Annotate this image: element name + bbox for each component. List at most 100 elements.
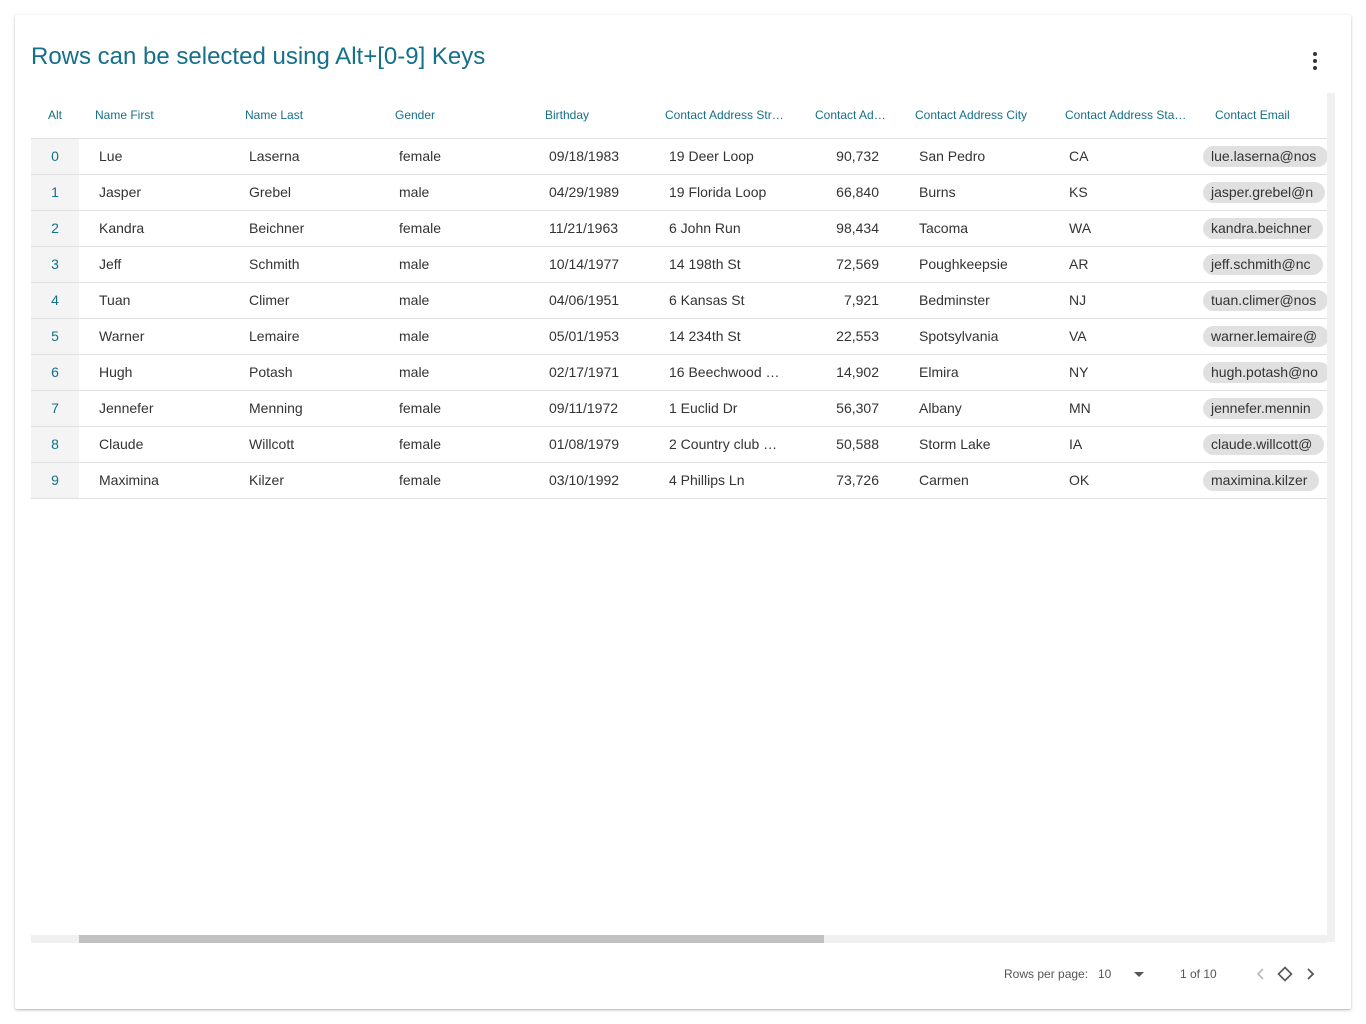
vertical-scrollbar[interactable] [1327, 93, 1335, 942]
cell-contact-address-street: 6 Kansas St [649, 282, 799, 319]
column-header-gender[interactable]: Gender [379, 93, 529, 139]
cell-contact-address-state: CA [1049, 138, 1199, 175]
table-row[interactable]: 5 Warner Lemaire male 05/01/1953 14 234th St 2… [31, 318, 1327, 355]
alt-cell[interactable]: 1 [31, 174, 79, 211]
cell-gender: female [379, 138, 529, 175]
previous-page-button[interactable] [1250, 963, 1272, 985]
cell-name-last: Beichner [229, 210, 379, 247]
cell-gender: male [379, 246, 529, 283]
email-chip[interactable]: hugh.potash@no [1203, 361, 1327, 383]
column-header-name-first[interactable]: Name First [79, 93, 229, 139]
cell-contact-address-zip: 14,902 [799, 354, 899, 391]
cell-contact-address-state: MN [1049, 390, 1199, 427]
cell-contact-address-street: 16 Beechwood … [649, 354, 799, 391]
table-row[interactable]: 6 Hugh Potash male 02/17/1971 16 Beechwood … 1… [31, 354, 1327, 391]
cell-name-first: Lue [79, 138, 229, 175]
cell-contact-address-city: Tacoma [899, 210, 1049, 247]
cell-contact-email: jasper.grebel@n [1199, 174, 1327, 211]
cell-name-last: Laserna [229, 138, 379, 175]
cell-birthday: 04/29/1989 [529, 174, 649, 211]
column-header-name-last[interactable]: Name Last [229, 93, 379, 139]
cell-gender: male [379, 174, 529, 211]
column-header-contact-email[interactable]: Contact Email [1199, 93, 1327, 139]
cell-birthday: 09/18/1983 [529, 138, 649, 175]
table-row[interactable]: 1 Jasper Grebel male 04/29/1989 19 Florida Lo… [31, 174, 1327, 211]
cell-birthday: 03/10/1992 [529, 462, 649, 499]
alt-cell[interactable]: 6 [31, 354, 79, 391]
cell-gender: male [379, 354, 529, 391]
alt-cell[interactable]: 4 [31, 282, 79, 319]
alt-cell[interactable]: 5 [31, 318, 79, 355]
column-header-contact-address-state[interactable]: Contact Address Sta… [1049, 93, 1199, 139]
cell-contact-address-city: Elmira [899, 354, 1049, 391]
cell-contact-address-street: 6 John Run [649, 210, 799, 247]
cell-contact-address-state: WA [1049, 210, 1199, 247]
cell-contact-address-city: San Pedro [899, 138, 1049, 175]
page-title: Rows can be selected using Alt+[0-9] Key… [31, 43, 486, 70]
alt-cell[interactable]: 2 [31, 210, 79, 247]
more-vert-icon[interactable] [1301, 47, 1329, 75]
email-chip[interactable]: lue.laserna@nos [1203, 145, 1327, 167]
table-row[interactable]: 7 Jennefer Menning female 09/11/1972 1 Euclid… [31, 390, 1327, 427]
column-header-alt[interactable]: Alt [31, 93, 79, 139]
alt-cell[interactable]: 3 [31, 246, 79, 283]
cell-contact-address-zip: 98,434 [799, 210, 899, 247]
cell-contact-email: kandra.beichner [1199, 210, 1327, 247]
cell-contact-address-city: Poughkeepsie [899, 246, 1049, 283]
table-row[interactable]: 3 Jeff Schmith male 10/14/1977 14 198th St 72,… [31, 246, 1327, 283]
cell-contact-address-zip: 22,553 [799, 318, 899, 355]
email-chip[interactable]: warner.lemaire@ [1203, 325, 1327, 347]
cell-name-last: Potash [229, 354, 379, 391]
rows-per-page-select[interactable]: 10 [1097, 963, 1147, 985]
cell-gender: female [379, 390, 529, 427]
cell-name-first: Hugh [79, 354, 229, 391]
table-row[interactable]: 8 Claude Willcott female 01/08/1979 2 Country… [31, 426, 1327, 463]
horizontal-scrollbar-thumb[interactable] [79, 935, 824, 943]
data-grid-card: Rows can be selected using Alt+[0-9] Key… [15, 15, 1351, 1009]
email-chip[interactable]: jennefer.mennin [1203, 397, 1323, 419]
next-page-button[interactable] [1299, 963, 1321, 985]
cell-name-last: Willcott [229, 426, 379, 463]
cell-contact-address-zip: 56,307 [799, 390, 899, 427]
table-row[interactable]: 4 Tuan Climer male 04/06/1951 6 Kansas St 7,92… [31, 282, 1327, 319]
alt-cell[interactable]: 8 [31, 426, 79, 463]
cell-contact-address-state: VA [1049, 318, 1199, 355]
email-chip[interactable]: maximina.kilzer [1203, 469, 1320, 491]
email-chip[interactable]: kandra.beichner [1203, 217, 1324, 239]
alt-cell[interactable]: 0 [31, 138, 79, 175]
alt-cell[interactable]: 9 [31, 462, 79, 499]
cell-contact-address-street: 19 Deer Loop [649, 138, 799, 175]
alt-cell[interactable]: 7 [31, 390, 79, 427]
email-chip[interactable]: claude.willcott@ [1203, 433, 1325, 455]
cell-contact-address-zip: 72,569 [799, 246, 899, 283]
cell-gender: female [379, 462, 529, 499]
cell-contact-email: tuan.climer@nos [1199, 282, 1327, 319]
cell-contact-address-street: 14 198th St [649, 246, 799, 283]
cell-contact-address-zip: 50,588 [799, 426, 899, 463]
column-header-contact-address-zip[interactable]: Contact Ad… [799, 93, 899, 139]
column-header-birthday[interactable]: Birthday [529, 93, 649, 139]
table-row[interactable]: 0 Lue Laserna female 09/18/1983 19 Deer Loop 9… [31, 138, 1327, 175]
current-page-button[interactable] [1274, 963, 1296, 985]
table-row[interactable]: 9 Maximina Kilzer female 03/10/1992 4 Phillip… [31, 462, 1327, 499]
cell-gender: female [379, 210, 529, 247]
cell-birthday: 04/06/1951 [529, 282, 649, 319]
cell-birthday: 09/11/1972 [529, 390, 649, 427]
email-chip[interactable]: tuan.climer@nos [1203, 289, 1327, 311]
column-header-contact-address-city[interactable]: Contact Address City [899, 93, 1049, 139]
cell-name-last: Lemaire [229, 318, 379, 355]
column-header-contact-address-street[interactable]: Contact Address Str… [649, 93, 799, 139]
data-table: Alt Name First Name Last Gender Birthday… [31, 93, 1327, 499]
rows-per-page-value: 10 [1098, 967, 1112, 981]
horizontal-scrollbar[interactable] [31, 935, 1327, 943]
cell-contact-address-street: 14 234th St [649, 318, 799, 355]
table-row[interactable]: 2 Kandra Beichner female 11/21/1963 6 John Ru… [31, 210, 1327, 247]
cell-name-last: Schmith [229, 246, 379, 283]
cell-name-first: Tuan [79, 282, 229, 319]
cell-contact-address-state: NJ [1049, 282, 1199, 319]
cell-contact-address-city: Bedminster [899, 282, 1049, 319]
email-chip[interactable]: jeff.schmith@nc [1203, 253, 1323, 275]
cell-name-last: Kilzer [229, 462, 379, 499]
cell-name-last: Menning [229, 390, 379, 427]
email-chip[interactable]: jasper.grebel@n [1203, 181, 1326, 203]
